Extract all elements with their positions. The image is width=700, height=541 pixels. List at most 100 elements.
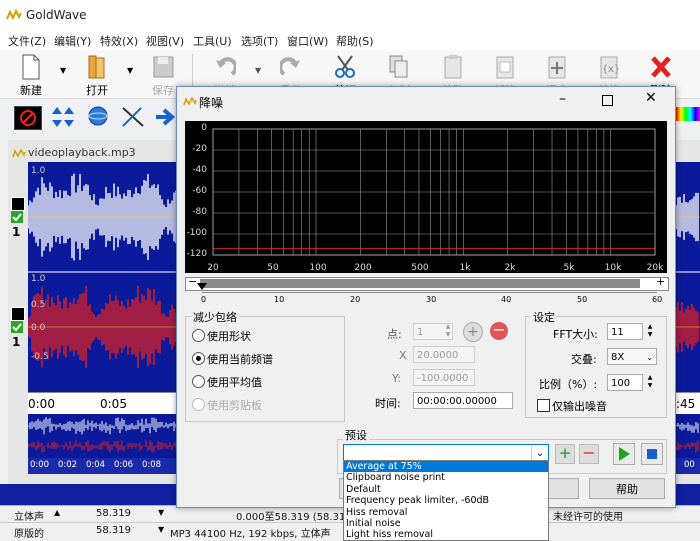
slider-label-30: 30 — [426, 295, 437, 304]
add-preset-icon[interactable]: + — [555, 444, 575, 464]
channel-left-checkbox[interactable] — [11, 211, 23, 223]
new-dropdown-arrow-icon[interactable]: ▼ — [60, 66, 66, 75]
envelope-legend: 减少包络 — [191, 309, 239, 325]
open-dropdown-arrow-icon[interactable]: ▼ — [127, 66, 133, 75]
new-button[interactable]: 新建 — [8, 52, 54, 97]
remove-point-icon[interactable]: − — [490, 322, 508, 340]
overlap-chevron-down-icon: ⌄ — [646, 353, 653, 362]
x-label-5k: 5k — [563, 263, 575, 273]
stop-button[interactable] — [641, 443, 663, 465]
paste-clipboard-icon — [444, 55, 462, 79]
overview-tick-6: 0:06 — [114, 460, 134, 470]
radio-use-current-spectrum-label[interactable]: 使用当前频谱 — [207, 351, 273, 367]
radio-use-average-label[interactable]: 使用平均值 — [207, 374, 262, 390]
radio-use-average[interactable] — [192, 375, 205, 388]
minimize-icon[interactable]: – — [559, 91, 566, 107]
point-value: 1 — [417, 327, 424, 338]
channel-right-select[interactable] — [11, 307, 25, 321]
fft-spinner[interactable]: ▲ ▼ — [645, 323, 655, 340]
fft-size-input[interactable]: 11 — [607, 323, 643, 340]
close-icon[interactable]: ✕ — [645, 90, 657, 106]
channel-right-number: 1 — [12, 335, 21, 349]
overlap-value: 8X — [611, 352, 625, 363]
y-label-120: -120 — [186, 249, 207, 259]
time-input[interactable]: 00:00:00.00000 — [413, 392, 513, 409]
x-coord-input[interactable]: 20.0000 — [413, 346, 475, 363]
status-channel: 立体声 — [14, 512, 44, 523]
remove-preset-icon[interactable]: − — [579, 444, 599, 464]
status-dropdown-icon-2[interactable]: ▼ — [158, 525, 164, 534]
menu-window[interactable]: 窗口(W) — [287, 33, 328, 49]
preset-option[interactable]: Default — [344, 484, 548, 495]
status-original-label: 原版的 — [14, 529, 44, 540]
x-label-10k: 10k — [604, 263, 622, 273]
status-channel-arrow-icon[interactable]: ▲ — [54, 508, 60, 517]
x-label-50: 50 — [267, 263, 279, 273]
channel-right-checkbox[interactable] — [11, 321, 23, 333]
radio-use-clipboard-label[interactable]: 使用剪贴板 — [207, 397, 262, 413]
preset-option[interactable]: Light hiss removal — [344, 529, 548, 540]
menu-effects[interactable]: 特效(X) — [100, 33, 138, 49]
radio-use-shape[interactable] — [192, 329, 205, 342]
point-spinner[interactable]: ▲ ▼ — [443, 323, 453, 340]
tools-cross-icon[interactable] — [120, 105, 146, 129]
radio-use-clipboard[interactable] — [192, 398, 205, 411]
menu-view[interactable]: 视图(V) — [146, 33, 184, 49]
x-label-500: 500 — [411, 263, 429, 273]
preset-option[interactable]: Hiss removal — [344, 507, 548, 518]
preset-option[interactable]: Initial noise — [344, 518, 548, 529]
new-label: 新建 — [20, 84, 42, 97]
spectrum-grid — [212, 128, 656, 256]
play-button[interactable] — [613, 443, 635, 465]
zoom-out-icon[interactable]: − — [188, 275, 197, 288]
undo-dropdown-arrow-icon[interactable]: ▼ — [255, 66, 261, 75]
zoom-in-icon[interactable]: + — [656, 275, 665, 288]
app-title: GoldWave — [26, 8, 87, 22]
no-entry-icon — [20, 110, 36, 126]
ratio-spinner[interactable]: ▲ ▼ — [645, 374, 655, 391]
preset-option[interactable]: Average at 75% — [344, 461, 548, 473]
menu-tools[interactable]: 工具(U) — [193, 33, 232, 49]
help-label: 帮助 — [616, 483, 638, 496]
output-noise-label[interactable]: 仅输出噪音 — [552, 398, 607, 414]
y-coord-input[interactable]: -100.0000 — [413, 369, 475, 386]
mix-plus-icon — [548, 56, 566, 79]
status-dropdown-icon[interactable]: ▼ — [158, 508, 164, 517]
maximize-icon[interactable] — [602, 95, 613, 106]
stop-record-button[interactable] — [14, 106, 42, 130]
copy-icon — [389, 55, 408, 78]
channel-left-number: 1 — [12, 225, 21, 239]
noise-reduction-dialog: 降噪 – ✕ 0 -20 -40 -60 -80 -100 -120 20 50… — [176, 86, 676, 508]
menu-edit[interactable]: 编辑(Y) — [54, 33, 91, 49]
globe-effect-icon[interactable] — [86, 104, 110, 130]
add-point-icon[interactable]: + — [463, 322, 483, 342]
point-label: 点: — [387, 328, 402, 341]
overview-tick-4: 0:04 — [86, 460, 106, 470]
open-button[interactable]: 打开 — [74, 52, 120, 97]
radio-use-current-spectrum[interactable] — [192, 352, 205, 365]
channel-left-select[interactable] — [11, 197, 25, 211]
overview-tick-end: 00 — [684, 460, 695, 470]
time-value: 00:00:00.00000 — [417, 396, 497, 407]
slider-thumb-icon[interactable] — [197, 283, 207, 290]
radio-use-shape-label[interactable]: 使用形状 — [207, 328, 251, 344]
output-noise-checkbox[interactable] — [537, 399, 550, 412]
menu-options[interactable]: 选项(T) — [241, 33, 278, 49]
slider-label-60: 60 — [652, 295, 663, 304]
ratio-input[interactable]: 100 — [607, 374, 643, 391]
dialog-logo-icon — [183, 96, 197, 106]
spectrum-color-icon[interactable] — [676, 107, 700, 121]
volume-arrows-icon[interactable] — [50, 105, 76, 129]
help-button[interactable]: 帮助 — [589, 478, 665, 499]
arrow-right-icon[interactable] — [154, 105, 176, 129]
menu-file[interactable]: 文件(Z) — [8, 33, 46, 49]
spectrum-graph[interactable]: 0 -20 -40 -60 -80 -100 -120 20 50 100 20… — [185, 121, 667, 273]
y-label-60: -60 — [192, 186, 207, 196]
preset-option[interactable]: Clipboard noise print — [344, 472, 548, 483]
paste-new-icon — [496, 56, 514, 79]
menu-help[interactable]: 帮助(S) — [336, 33, 374, 49]
check-icon — [12, 323, 22, 332]
overlap-label: 交叠: — [571, 353, 597, 366]
preset-option[interactable]: Frequency peak limiter, -60dB — [344, 495, 548, 506]
overlap-select[interactable]: 8X ⌄ — [607, 348, 657, 365]
